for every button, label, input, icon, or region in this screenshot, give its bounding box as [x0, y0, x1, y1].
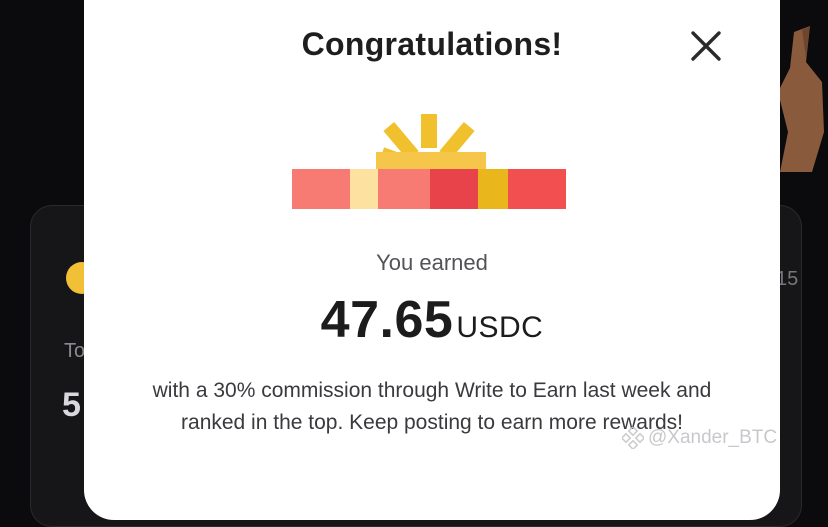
close-button[interactable]: [686, 26, 726, 66]
close-icon: [691, 31, 721, 61]
earned-amount: 47.65 USDC: [84, 290, 780, 350]
background-label: To: [64, 340, 86, 362]
earned-label: You earned: [376, 250, 488, 275]
background-value: 5: [62, 386, 81, 424]
amount-unit: USDC: [456, 311, 544, 344]
watermark-text: @Xander_BTC: [648, 427, 778, 448]
binance-logo-icon: [622, 427, 644, 449]
mascot-decoration: [778, 26, 824, 172]
modal-title: Congratulations!: [301, 26, 563, 62]
watermark: @Xander_BTC: [622, 427, 777, 449]
gift-icon: [292, 114, 566, 209]
amount-value: 47.65: [320, 291, 454, 349]
